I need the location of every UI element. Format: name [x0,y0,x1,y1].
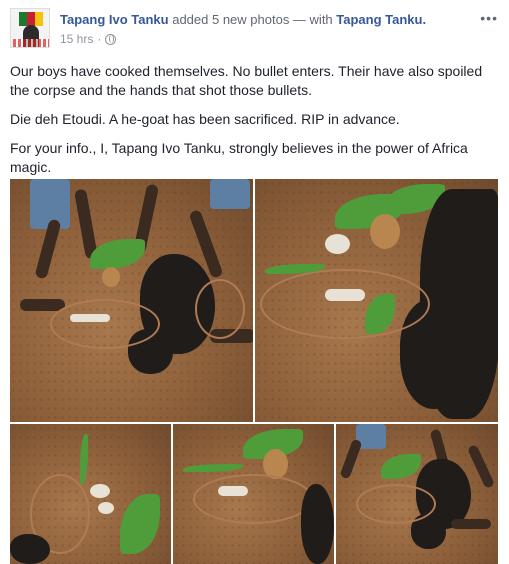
post-meta: 15 hrs · [60,32,117,46]
photo-grid [10,179,498,564]
post-header: Tapang Ivo Tanku added 5 new photos — wi… [10,8,500,50]
more-options-button[interactable]: ••• [480,10,498,26]
flag-icon [19,12,43,26]
photo-2[interactable] [255,179,498,422]
post-body: Our boys have cooked themselves. No bull… [10,62,500,187]
avatar-caption-art [13,39,49,47]
tagged-user-link[interactable]: Tapang Tanku. [336,12,426,27]
photo-5[interactable] [336,424,498,564]
post-paragraph: Our boys have cooked themselves. No bull… [10,63,483,98]
globe-icon[interactable] [105,33,117,45]
author-line: Tapang Ivo Tanku added 5 new photos — wi… [60,12,426,27]
post-paragraph: Die deh Etoudi. A he-goat has been sacri… [10,111,400,127]
post-action-text: added 5 new photos — with [172,12,333,27]
photo-1[interactable] [10,179,253,422]
meta-separator: · [97,32,102,46]
post-paragraph: For your info., I, Tapang Ivo Tanku, str… [10,140,468,175]
photo-4[interactable] [173,424,334,564]
photo-3[interactable] [10,424,171,564]
author-link[interactable]: Tapang Ivo Tanku [60,12,169,27]
avatar[interactable] [10,8,50,48]
timestamp-link[interactable]: 15 hrs [60,32,93,46]
